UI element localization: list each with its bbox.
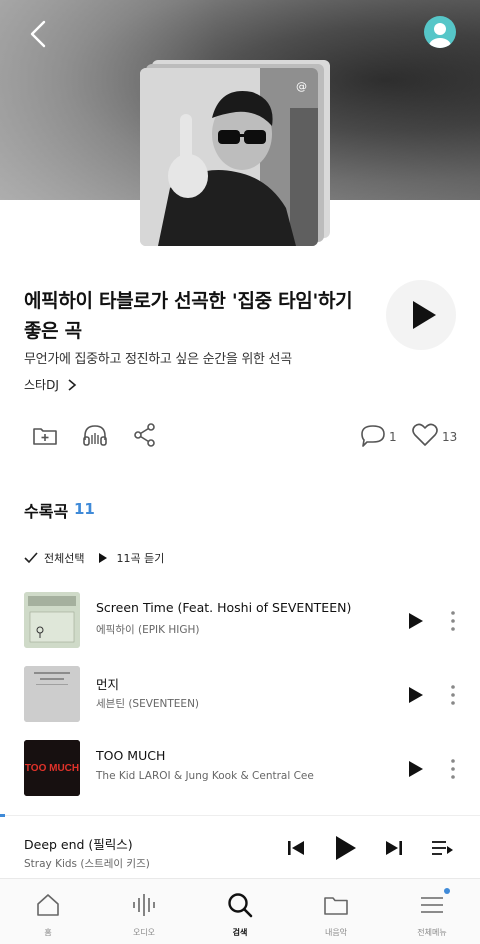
more-vertical-icon — [451, 685, 455, 705]
nav-item-menu[interactable]: 전체메뉴 — [384, 879, 480, 944]
play-icon — [336, 836, 356, 860]
checkmark-icon — [24, 552, 38, 564]
play-playlist-button[interactable] — [386, 280, 456, 350]
search-icon — [228, 893, 253, 918]
album-thumbnail: TOO MUCH — [24, 740, 80, 796]
skip-previous-icon — [288, 841, 304, 855]
playlist-cover: @ — [140, 56, 332, 248]
tracklist-title: 수록곡 — [24, 502, 69, 521]
user-icon — [429, 23, 451, 48]
track-play-button[interactable] — [402, 608, 428, 634]
more-vertical-icon — [451, 759, 455, 779]
now-playing-artist: Stray Kids (스트레이 키즈) — [24, 858, 150, 870]
album-art-text: TOO MUCH — [25, 763, 79, 774]
folder-icon — [324, 897, 348, 915]
track-artist: 세븐틴 (SEVENTEEN) — [96, 698, 200, 710]
track-title: 먼지 — [96, 677, 120, 692]
nav-label: 오디오 — [132, 928, 156, 937]
chevron-right-icon — [68, 378, 77, 391]
select-all-button[interactable]: 전체선택 — [24, 550, 84, 566]
play-pause-button[interactable] — [328, 832, 360, 864]
track-row[interactable]: 먼지 세븐틴 (SEVENTEEN) — [0, 666, 480, 732]
comments-count: 1 — [389, 430, 397, 444]
tracklist-count: 11 — [74, 500, 95, 518]
cover-badge: @ — [296, 80, 307, 93]
track-title: Screen Time (Feat. Hoshi of SEVENTEEN) — [96, 600, 352, 615]
track-row[interactable]: Screen Time (Feat. Hoshi of SEVENTEEN) 에… — [0, 592, 480, 658]
track-more-button[interactable] — [444, 756, 462, 782]
nav-label: 검색 — [232, 928, 248, 937]
share-button[interactable] — [130, 420, 160, 450]
play-icon — [413, 301, 436, 329]
share-icon — [134, 423, 155, 447]
artist-photo: @ — [140, 68, 318, 246]
play-icon — [409, 613, 423, 629]
play-all-label: 11곡 듣기 — [116, 552, 165, 565]
now-playing-title: Deep end (필릭스) — [24, 837, 133, 852]
select-all-label: 전체선택 — [44, 552, 85, 565]
back-button[interactable] — [22, 16, 58, 52]
audio-wave-icon — [133, 894, 155, 916]
next-button[interactable] — [380, 834, 408, 862]
playlist-title: 에픽하이 타블로가 선곡한 '집중 타임'하기 좋은 곡 — [24, 290, 353, 342]
playlist-description: 무언가에 집중하고 정진하고 싶은 순간을 위한 선곡 — [24, 352, 292, 367]
star-dj-label: 스타DJ — [24, 378, 59, 392]
heart-icon — [412, 423, 438, 446]
nav-item-audio[interactable]: 오디오 — [96, 879, 192, 944]
comments-button[interactable] — [358, 420, 388, 450]
play-icon — [99, 553, 108, 563]
profile-avatar[interactable] — [424, 16, 456, 48]
previous-button[interactable] — [282, 834, 310, 862]
album-thumbnail — [24, 592, 80, 648]
nav-item-search[interactable]: 검색 — [192, 879, 288, 944]
star-dj-link[interactable]: 스타DJ — [24, 376, 77, 393]
likes-count: 13 — [442, 430, 458, 444]
playback-progress-bar[interactable] — [0, 814, 5, 817]
track-title: TOO MUCH — [96, 748, 166, 763]
home-icon — [37, 894, 59, 916]
play-all-button[interactable]: 11곡 듣기 — [98, 550, 164, 566]
more-vertical-icon — [451, 611, 455, 631]
mini-player[interactable]: Deep end (필릭스) Stray Kids (스트레이 키즈) — [0, 814, 480, 877]
skip-next-icon — [386, 841, 402, 855]
chevron-left-icon — [30, 20, 46, 48]
like-button[interactable] — [410, 420, 440, 450]
nav-item-home[interactable]: 홈 — [0, 879, 96, 944]
track-more-button[interactable] — [444, 608, 462, 634]
nav-item-my-music[interactable]: 내음악 — [288, 879, 384, 944]
play-icon — [409, 687, 423, 703]
track-row[interactable]: TOO MUCH TOO MUCH The Kid LAROI & Jung K… — [0, 740, 480, 806]
track-play-button[interactable] — [402, 756, 428, 782]
cover-image: @ — [140, 68, 318, 246]
track-play-button[interactable] — [402, 682, 428, 708]
folder-add-icon — [33, 428, 57, 445]
menu-icon — [421, 897, 443, 913]
nav-label: 내음악 — [324, 928, 348, 937]
play-icon — [409, 761, 423, 777]
bottom-nav: 홈 오디오 검색 내음악 전체메뉴 — [0, 878, 480, 944]
add-to-folder-button[interactable] — [30, 420, 60, 450]
track-more-button[interactable] — [444, 682, 462, 708]
track-artist: 에픽하이 (EPIK HIGH) — [96, 624, 200, 636]
playlist-queue-button[interactable] — [428, 834, 456, 862]
comment-icon — [361, 425, 385, 447]
album-thumbnail — [24, 666, 80, 722]
tracklist-controls: 전체선택 11곡 듣기 — [24, 548, 164, 568]
notification-dot — [444, 888, 450, 894]
headphones-icon — [83, 425, 107, 446]
nav-label: 전체메뉴 — [417, 928, 447, 937]
listen-button[interactable] — [80, 420, 110, 450]
nav-label: 홈 — [44, 928, 52, 937]
playlist-actions: 1 13 — [0, 418, 480, 452]
track-artist: The Kid LAROI & Jung Kook & Central Cee — [96, 770, 314, 782]
queue-list-icon — [432, 841, 453, 855]
